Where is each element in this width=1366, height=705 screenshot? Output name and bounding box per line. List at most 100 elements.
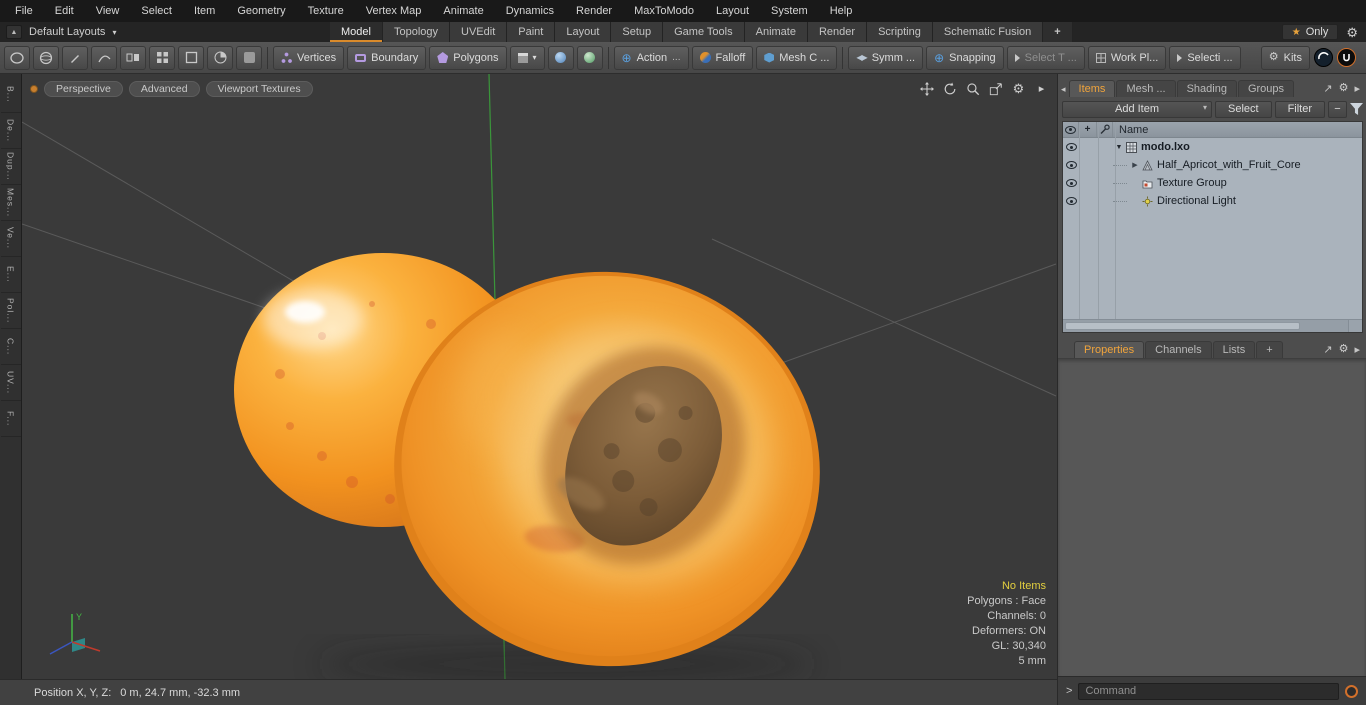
view-mode-button[interactable]: Perspective [44,81,123,97]
tab-mesh-ops[interactable]: Mesh ... [1116,80,1176,97]
material-swatch-button[interactable] [236,45,262,70]
tab-schematic-fusion[interactable]: Schematic Fusion [932,22,1044,42]
modo-bridge-icon[interactable] [1314,48,1333,67]
tab-shading[interactable]: Shading [1176,80,1237,97]
strip-tab-uv[interactable]: UV... [0,365,21,401]
vertices-mode-button[interactable]: Vertices [273,45,345,70]
menu-geometry[interactable]: Geometry [226,0,296,22]
tab-channels[interactable]: Channels [1145,341,1212,358]
tab-model[interactable]: Model [330,22,383,42]
menu-view[interactable]: View [85,0,131,22]
tab-setup[interactable]: Setup [611,22,664,42]
scrollbar-thumb[interactable] [1065,322,1300,330]
menu-dynamics[interactable]: Dynamics [495,0,565,22]
polygons-mode-button[interactable]: Polygons [429,45,507,70]
rotate-icon[interactable] [942,81,957,96]
3d-viewport[interactable]: Y Perspective Advanced Viewport Textures… [22,74,1057,679]
strip-tab-duplicate[interactable]: Dup... [0,149,21,185]
strip-tab-vertex[interactable]: Ve... [0,221,21,257]
maximize-icon[interactable] [988,81,1003,96]
tree-row-directional-light[interactable]: Directional Light [1063,192,1362,210]
render-column-header[interactable] [1097,122,1113,137]
pin-column-header[interactable]: + [1079,122,1097,137]
menu-layout[interactable]: Layout [705,0,760,22]
strip-tab-polygon[interactable]: Pol... [0,293,21,329]
tab-layout[interactable]: Layout [555,22,612,42]
menu-select[interactable]: Select [130,0,183,22]
scrollbar-corner[interactable] [1348,320,1362,332]
menu-texture[interactable]: Texture [297,0,355,22]
array-tool-button[interactable] [149,45,175,70]
viewport-menu-dot[interactable] [30,85,38,93]
menu-help[interactable]: Help [819,0,864,22]
menu-item[interactable]: Item [183,0,226,22]
shading-mode-button[interactable]: Advanced [128,81,200,97]
tab-game-tools[interactable]: Game Tools [663,22,745,42]
back-arrow-icon[interactable]: ◂ [1061,84,1068,97]
strip-tab-edge[interactable]: E... [0,257,21,293]
tree-row-texture-group[interactable]: Texture Group [1063,174,1362,192]
viewport-textures-button[interactable]: Viewport Textures [205,81,313,97]
viewport-expand-icon[interactable]: ▸ [1034,81,1049,96]
snapping-button[interactable]: ⊕ Snapping [926,45,1004,70]
tab-render[interactable]: Render [807,22,868,42]
menu-file[interactable]: File [4,0,44,22]
menu-system[interactable]: System [760,0,819,22]
filter-button[interactable]: Filter [1274,100,1326,118]
item-mode-dropdown[interactable]: ▾ [509,45,545,70]
pie-tool-button[interactable] [207,45,233,70]
curve-tool-button[interactable] [91,45,117,70]
zoom-icon[interactable] [965,81,980,96]
tree-row-mesh-item[interactable]: ▶ Half_Apricot_with_Fruit_Core [1063,156,1362,174]
eye-icon[interactable] [1065,161,1077,169]
add-item-dropdown[interactable]: Add Item ▾ [1062,100,1212,118]
tab-scripting[interactable]: Scripting [867,22,933,42]
strip-tab-basic[interactable]: B... [0,77,21,113]
tab-properties[interactable]: Properties [1074,341,1145,358]
mesh-constraints-button[interactable]: Mesh C ... [756,45,838,70]
falloff-button[interactable]: Falloff [691,45,754,70]
eye-icon[interactable] [1065,197,1077,205]
tab-lists[interactable]: Lists [1212,341,1256,358]
add-tab-button[interactable]: + [1256,341,1283,358]
menu-vertex-map[interactable]: Vertex Map [355,0,433,22]
menu-edit[interactable]: Edit [44,0,85,22]
tab-topology[interactable]: Topology [382,22,451,42]
filter-funnel-icon[interactable] [1350,103,1363,115]
world-axis-button[interactable] [547,45,574,70]
pen-tool-button[interactable] [62,45,88,70]
viewport-settings-gear-icon[interactable]: ⚙ [1011,81,1026,96]
name-column-header[interactable]: Name [1113,122,1362,137]
menu-maxtomodo[interactable]: MaxToModo [623,0,705,22]
unreal-bridge-icon[interactable] [1337,48,1356,67]
mirror-tool-button[interactable] [120,45,146,70]
menu-render[interactable]: Render [565,0,623,22]
select-button[interactable]: Select [1215,100,1272,118]
tab-uvedit[interactable]: UVEdit [450,22,508,42]
eye-icon[interactable] [1065,179,1077,187]
panel-expand-icon[interactable]: ▸ [1354,343,1360,356]
cube-tool-button[interactable] [178,45,204,70]
add-layout-tab-button[interactable]: + [1043,22,1073,42]
panel-expand-icon[interactable]: ▸ [1354,82,1360,95]
pop-out-icon[interactable]: ↗ [1323,343,1332,356]
up-arrow-icon[interactable]: ▲ [6,25,22,39]
local-axis-button[interactable] [576,45,603,70]
select-through-button[interactable]: Select T ... [1006,45,1085,70]
ellipse-tool-button[interactable] [4,45,30,70]
tree-horizontal-scrollbar[interactable] [1063,319,1362,332]
symmetry-button[interactable]: ◀▶ Symm ... [848,45,924,70]
gear-icon[interactable]: ⚙ [1346,26,1358,39]
strip-tab-deform[interactable]: De... [0,113,21,149]
panel-gear-icon[interactable]: ⚙ [1339,344,1349,355]
pan-icon[interactable] [919,81,934,96]
pop-out-icon[interactable]: ↗ [1323,82,1332,95]
kits-button[interactable]: ⚙ Kits [1260,45,1310,70]
tab-items[interactable]: Items [1068,80,1116,97]
expand-closed-icon[interactable]: ▶ [1129,161,1141,169]
tab-paint[interactable]: Paint [507,22,556,42]
strip-tab-curves[interactable]: C... [0,329,21,365]
macro-record-button[interactable] [1345,684,1358,698]
only-button[interactable]: ★ Only [1281,24,1339,40]
panel-gear-icon[interactable]: ⚙ [1339,83,1349,94]
